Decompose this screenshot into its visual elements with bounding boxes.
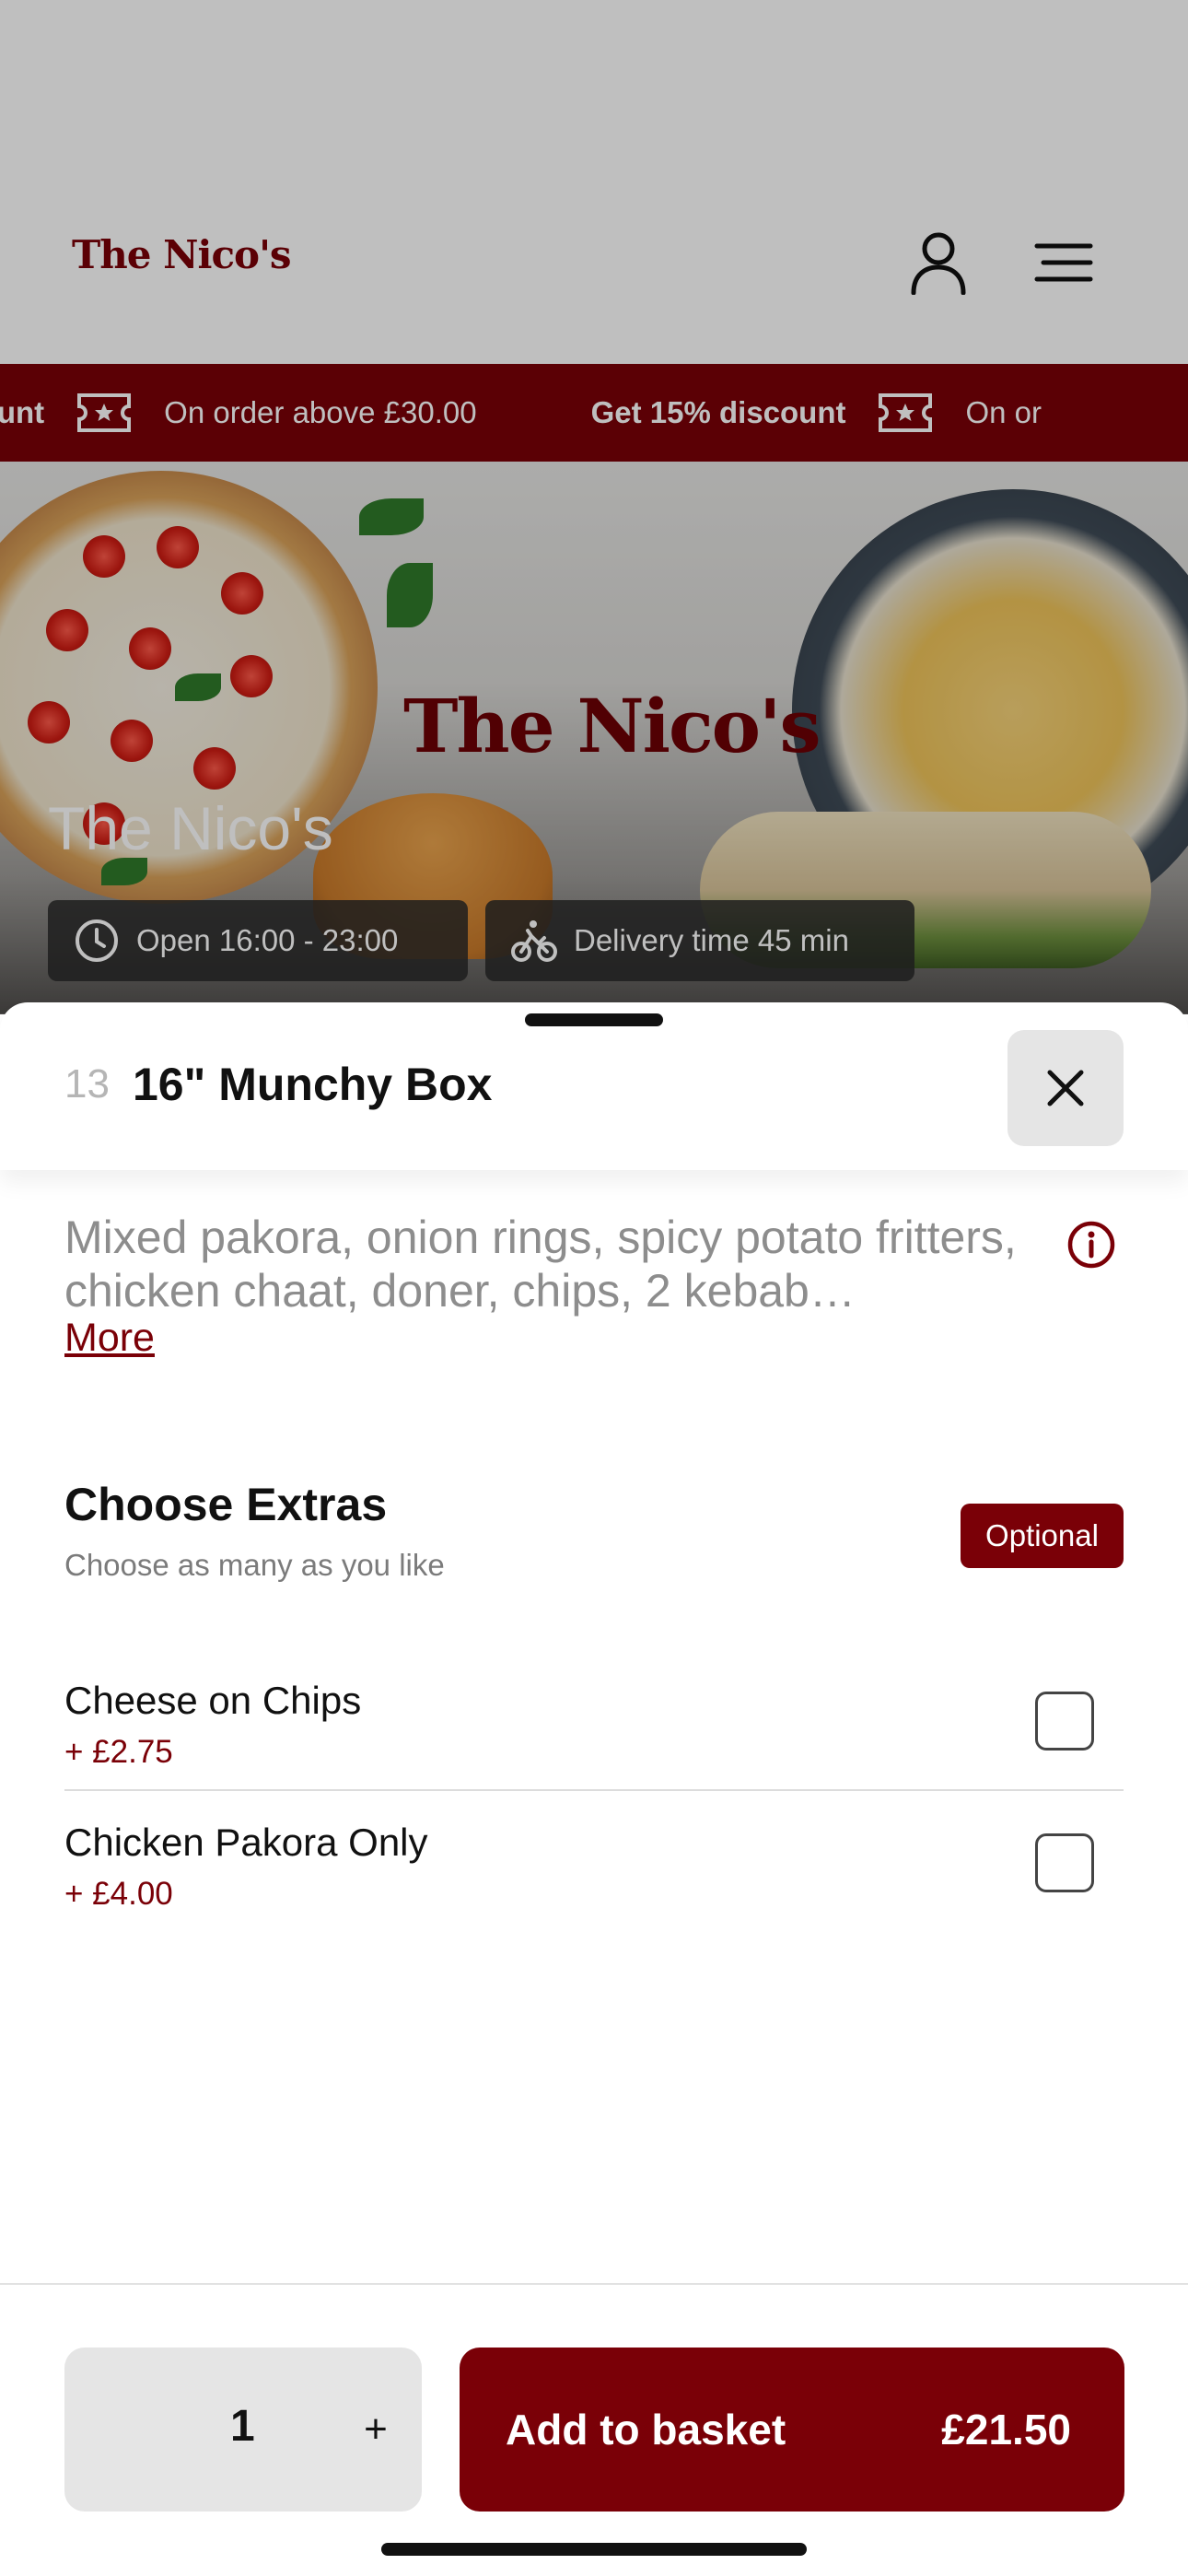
add-to-basket-button[interactable]: Add to basket £21.50 bbox=[460, 2348, 1124, 2512]
extra-option-cheese-on-chips[interactable]: Cheese on Chips + £2.75 bbox=[64, 1647, 1124, 1791]
item-description: Mixed pakora, onion rings, spicy potato … bbox=[64, 1212, 1017, 1317]
home-indicator[interactable] bbox=[381, 2543, 807, 2556]
sheet-drag-handle[interactable] bbox=[525, 1013, 663, 1026]
extra-option-name: Cheese on Chips bbox=[64, 1679, 362, 1722]
add-to-basket-label: Add to basket bbox=[506, 2406, 786, 2453]
info-icon bbox=[1067, 1221, 1115, 1269]
extra-option-chicken-pakora-only[interactable]: Chicken Pakora Only + £4.00 bbox=[64, 1793, 1124, 1937]
close-button[interactable] bbox=[1007, 1030, 1124, 1146]
extra-option-price: + £4.00 bbox=[64, 1876, 173, 1912]
add-to-basket-total: £21.50 bbox=[941, 2406, 1071, 2453]
quantity-increase-button[interactable]: + bbox=[332, 2381, 420, 2478]
optional-badge: Optional bbox=[961, 1504, 1124, 1568]
extra-option-price: + £2.75 bbox=[64, 1734, 173, 1770]
quantity-value: 1 bbox=[230, 2402, 255, 2451]
extra-option-name: Chicken Pakora Only bbox=[64, 1821, 428, 1864]
close-icon bbox=[1047, 1070, 1084, 1107]
sheet-header: 13 16" Munchy Box bbox=[0, 1002, 1188, 1170]
footer-divider bbox=[0, 2283, 1188, 2285]
item-number: 13 bbox=[64, 1061, 110, 1107]
extra-option-checkbox[interactable] bbox=[1035, 1692, 1094, 1751]
modal-backdrop[interactable] bbox=[0, 0, 1188, 1013]
extra-option-checkbox[interactable] bbox=[1035, 1833, 1094, 1892]
extras-section-subtitle: Choose as many as you like bbox=[64, 1548, 445, 1582]
info-button[interactable] bbox=[1066, 1220, 1116, 1274]
more-description-link[interactable]: More bbox=[64, 1316, 155, 1361]
item-detail-sheet: 13 16" Munchy Box Mixed pakora, onion ri… bbox=[0, 1002, 1188, 2576]
quantity-stepper: 1 + bbox=[64, 2348, 422, 2512]
extras-section-title: Choose Extras bbox=[64, 1479, 388, 1530]
item-title: 16" Munchy Box bbox=[133, 1059, 493, 1110]
